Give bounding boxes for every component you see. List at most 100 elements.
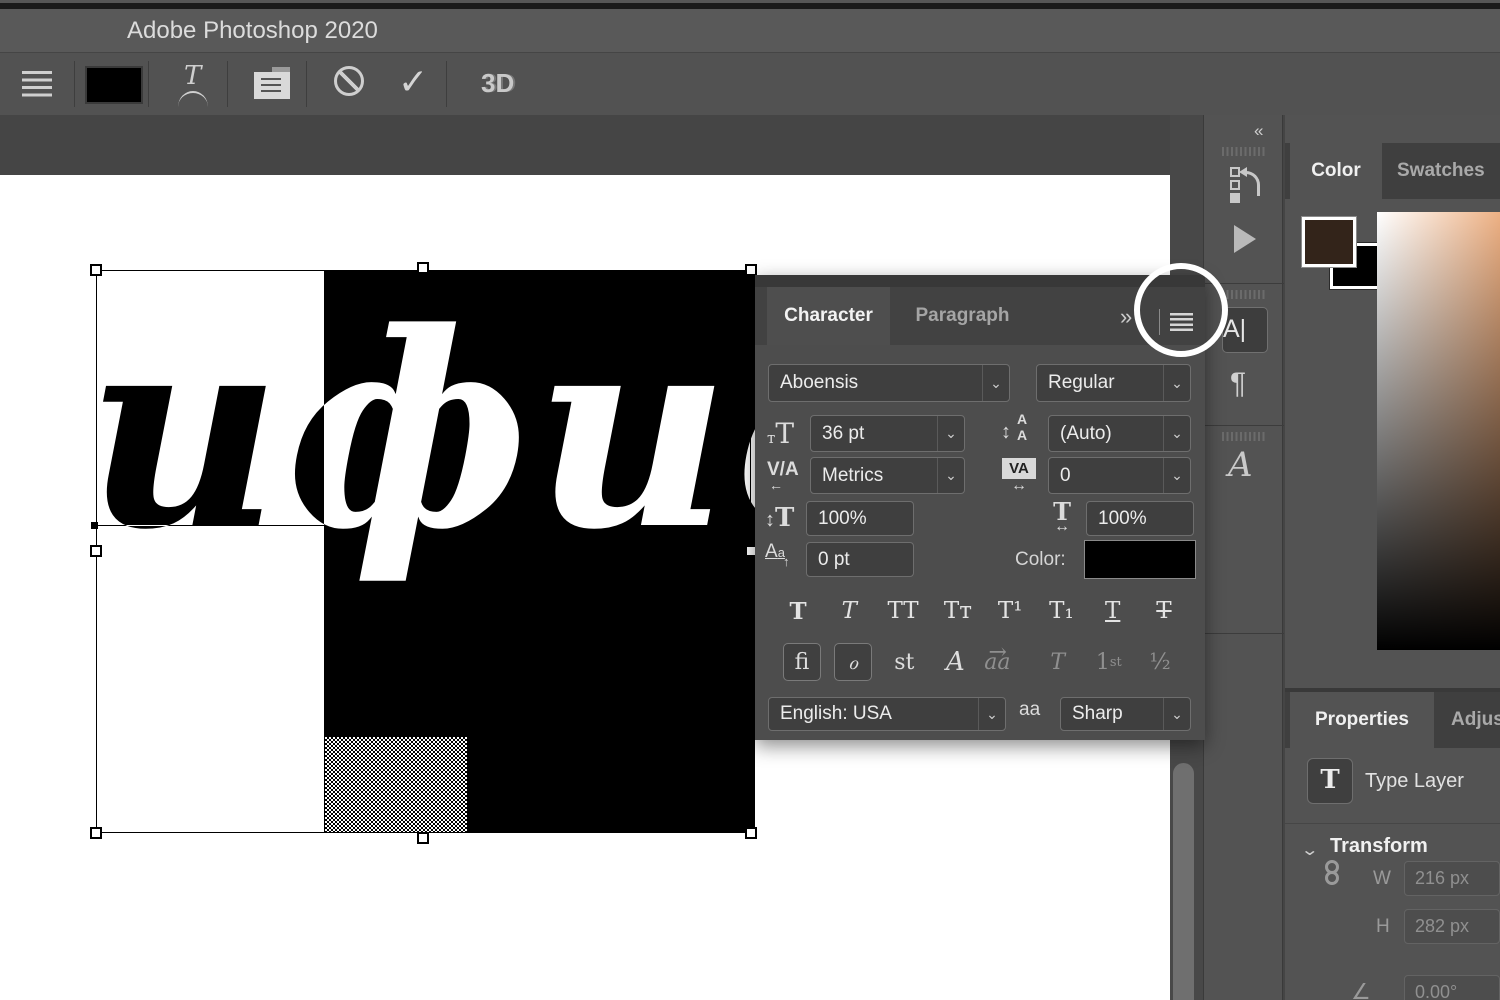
height-field[interactable]: 282 px [1404,909,1500,944]
panel-icon-rail: « A| ¶ A [1203,115,1283,1000]
vertical-scale-field[interactable]: 100% [806,501,914,536]
version-history-icon[interactable] [1230,167,1260,203]
tab-adjustments[interactable]: Adjustments [1451,709,1500,731]
annotation-highlight-circle [1134,263,1228,357]
tab-properties[interactable]: Properties [1290,692,1434,748]
baseline-shift-value: 0 pt [807,549,913,571]
warp-text-icon[interactable]: T [178,65,208,105]
titling-alternates-button[interactable]: T [1039,643,1077,681]
font-size-field[interactable]: 36 pt ⌄ [810,415,965,452]
standard-ligatures-button[interactable]: fi [783,643,821,681]
tab-paragraph[interactable]: Paragraph [890,287,1035,345]
color-picker-gradient[interactable] [1377,212,1500,650]
3d-icon[interactable]: 3D [481,68,514,99]
text-color-field[interactable] [1084,540,1196,579]
fractions-button[interactable]: ½ [1141,643,1179,681]
app-title: Adobe Photoshop 2020 [127,17,378,45]
photoshop-window: Adobe Photoshop 2020 T ✓ 3D ифис [0,0,1500,1000]
chevron-down-icon[interactable]: ⌄ [978,698,1005,730]
divider [148,61,149,107]
chevron-down-icon[interactable]: ⌄ [937,416,964,451]
faux-italic-button[interactable]: T [836,598,862,624]
handle-top-left[interactable] [90,264,102,276]
underline-button[interactable]: T [1100,598,1126,624]
panel-grip[interactable] [1222,147,1266,156]
collapse-to-icons-icon[interactable]: » [1120,304,1132,330]
all-caps-button[interactable]: TT [888,598,919,624]
divider [227,61,228,107]
actions-panel-icon[interactable] [1234,225,1256,253]
chevron-down-icon[interactable]: ⌄ [937,458,964,493]
swash-button[interactable]: A [936,643,974,681]
text-align-icon[interactable] [22,71,52,97]
kerning-field[interactable]: Metrics ⌄ [810,457,965,494]
angle-field[interactable]: 0.00° [1404,975,1500,1000]
transform-selection-box[interactable] [96,270,751,833]
style-buttons-row: T T TT Tᴛ T¹ T₁ T T [785,593,1177,629]
font-style-field[interactable]: Regular ⌄ [1036,364,1191,402]
layer-type-label: Type Layer [1365,770,1464,793]
font-style-value: Regular [1037,372,1163,394]
glyphs-panel-icon[interactable]: A [1228,445,1253,485]
discretionary-ligatures-button[interactable]: st [885,643,923,681]
ordinals-button[interactable]: 1st [1090,643,1128,681]
divider [446,61,447,107]
properties-panel-tabbar: Properties Adjustments [1285,692,1500,748]
cancel-icon[interactable] [334,66,364,96]
divider [1204,425,1284,426]
chevron-down-icon[interactable]: ⌄ [1163,698,1190,730]
foreground-color-swatch[interactable] [1302,217,1356,267]
handle-top-middle[interactable] [417,262,429,274]
tracking-field[interactable]: 0 ⌄ [1048,457,1191,494]
leading-field[interactable]: (Auto) ⌄ [1048,415,1191,452]
width-label: W [1373,868,1391,890]
tab-color[interactable]: Color [1290,143,1382,199]
width-field[interactable]: 216 px [1404,861,1500,896]
commit-icon[interactable]: ✓ [398,61,428,103]
collapse-panels-icon[interactable]: « [1254,121,1261,141]
strikethrough-button[interactable]: T [1151,598,1177,624]
text-color-swatch[interactable] [85,66,143,104]
chevron-down-icon[interactable]: ⌄ [1300,840,1319,860]
handle-bottom-middle[interactable] [417,832,429,844]
horizontal-scale-field[interactable]: 100% [1086,501,1194,536]
vertical-scrollbar[interactable] [1173,763,1194,1000]
handle-middle-left[interactable] [90,545,102,557]
chevron-down-icon[interactable]: ⌄ [1163,458,1190,493]
transform-section-header[interactable]: Transform [1330,835,1428,858]
panel-grip[interactable] [1222,290,1266,299]
subscript-button[interactable]: T₁ [1048,598,1074,624]
toggle-panels-icon[interactable] [254,67,290,99]
panel-grip[interactable] [1222,432,1266,441]
horizontal-scale-icon: T ↔ [1047,497,1077,536]
faux-bold-button[interactable]: T [785,598,811,625]
divider [1285,823,1500,824]
vertical-scale-value: 100% [807,508,913,530]
tracking-value: 0 [1049,465,1163,487]
anti-alias-field[interactable]: Sharp ⌄ [1060,697,1191,731]
leading-value: (Auto) [1049,423,1163,445]
chevron-down-icon[interactable]: ⌄ [1163,365,1190,401]
handle-bottom-right[interactable] [745,827,757,839]
link-dimensions-icon[interactable] [1325,871,1339,885]
font-family-field[interactable]: Aboensis ⌄ [768,364,1010,402]
baseline-shift-icon: Aa ↑ [765,541,785,563]
tab-character[interactable]: Character [767,287,890,345]
panel-drag-strip[interactable] [755,275,1205,287]
chevron-down-icon[interactable]: ⌄ [1163,416,1190,451]
small-caps-button[interactable]: Tᴛ [944,598,972,624]
superscript-button[interactable]: T¹ [997,598,1023,624]
contextual-alternates-button[interactable]: ℴ [834,643,872,681]
chevron-down-icon[interactable]: ⌄ [982,365,1009,401]
tab-swatches[interactable]: Swatches [1397,160,1485,182]
options-bar: T ✓ 3D [0,52,1500,117]
baseline-shift-field[interactable]: 0 pt [806,542,914,577]
font-family-value: Aboensis [769,372,982,394]
language-field[interactable]: English: USA ⌄ [768,697,1006,731]
stylistic-alternates-button[interactable]: aa → [988,643,1026,681]
character-panel-icon[interactable]: A| [1222,307,1268,353]
vertical-scale-icon: ↕T [765,503,794,533]
paragraph-panel-icon[interactable]: ¶ [1230,367,1246,401]
handle-bottom-left[interactable] [90,827,102,839]
height-label: H [1376,916,1390,938]
